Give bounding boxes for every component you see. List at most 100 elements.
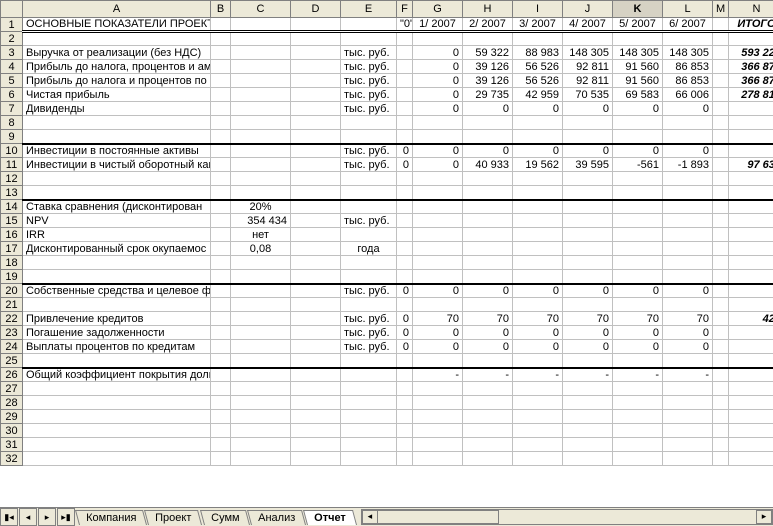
tab-nav-first-icon[interactable]: ▮◂ <box>0 508 18 526</box>
cell-F12[interactable] <box>397 172 413 186</box>
cell-D22[interactable] <box>291 312 341 326</box>
cell-J27[interactable] <box>563 382 613 396</box>
cell-K16[interactable] <box>613 228 663 242</box>
cell-A31[interactable] <box>23 438 211 452</box>
cell-B4[interactable] <box>211 60 231 74</box>
cell-N16[interactable] <box>729 228 773 242</box>
row-header-32[interactable]: 32 <box>1 452 23 466</box>
cell-E19[interactable] <box>341 270 397 284</box>
cell-I4[interactable]: 56 526 <box>513 60 563 74</box>
cell-E32[interactable] <box>341 452 397 466</box>
cell-F23[interactable]: 0 <box>397 326 413 340</box>
cell-J9[interactable] <box>563 130 613 144</box>
cell-F32[interactable] <box>397 452 413 466</box>
cell-H23[interactable]: 0 <box>463 326 513 340</box>
cell-D7[interactable] <box>291 102 341 116</box>
cell-A21[interactable] <box>23 298 211 312</box>
cell-I2[interactable] <box>513 32 563 46</box>
cell-E5[interactable]: тыс. руб. <box>341 74 397 88</box>
cell-A22[interactable]: Привлечение кредитов <box>23 312 211 326</box>
cell-B1[interactable] <box>211 18 231 32</box>
cell-M18[interactable] <box>713 256 729 270</box>
sheet-tab-Компания[interactable]: Компания <box>75 510 147 525</box>
cell-C1[interactable] <box>231 18 291 32</box>
cell-B12[interactable] <box>211 172 231 186</box>
cell-G32[interactable] <box>413 452 463 466</box>
cell-G11[interactable]: 0 <box>413 158 463 172</box>
cell-G6[interactable]: 0 <box>413 88 463 102</box>
cell-K17[interactable] <box>613 242 663 256</box>
cell-K23[interactable]: 0 <box>613 326 663 340</box>
col-header-D[interactable]: D <box>291 1 341 18</box>
cell-I28[interactable] <box>513 396 563 410</box>
cell-L30[interactable] <box>663 424 713 438</box>
cell-M19[interactable] <box>713 270 729 284</box>
cell-L3[interactable]: 148 305 <box>663 46 713 60</box>
cell-N31[interactable] <box>729 438 773 452</box>
cell-D14[interactable] <box>291 200 341 214</box>
cell-H11[interactable]: 40 933 <box>463 158 513 172</box>
cell-I27[interactable] <box>513 382 563 396</box>
cell-K14[interactable] <box>613 200 663 214</box>
cell-D16[interactable] <box>291 228 341 242</box>
cell-G14[interactable] <box>413 200 463 214</box>
row-header-6[interactable]: 6 <box>1 88 23 102</box>
cell-G17[interactable] <box>413 242 463 256</box>
sheet-tab-Отчет[interactable]: Отчет <box>303 510 357 525</box>
cell-B3[interactable] <box>211 46 231 60</box>
cell-J19[interactable] <box>563 270 613 284</box>
cell-J25[interactable] <box>563 354 613 368</box>
cell-H8[interactable] <box>463 116 513 130</box>
cell-J28[interactable] <box>563 396 613 410</box>
cell-H28[interactable] <box>463 396 513 410</box>
cell-A12[interactable] <box>23 172 211 186</box>
cell-K7[interactable]: 0 <box>613 102 663 116</box>
cell-E4[interactable]: тыс. руб. <box>341 60 397 74</box>
row-header-26[interactable]: 26 <box>1 368 23 382</box>
cell-F5[interactable] <box>397 74 413 88</box>
cell-E26[interactable] <box>341 368 397 382</box>
cell-K2[interactable] <box>613 32 663 46</box>
col-header-L[interactable]: L <box>663 1 713 18</box>
cell-K19[interactable] <box>613 270 663 284</box>
cell-M16[interactable] <box>713 228 729 242</box>
cell-I22[interactable]: 70 <box>513 312 563 326</box>
cell-I18[interactable] <box>513 256 563 270</box>
cell-F30[interactable] <box>397 424 413 438</box>
cell-F7[interactable] <box>397 102 413 116</box>
cell-F8[interactable] <box>397 116 413 130</box>
cell-L9[interactable] <box>663 130 713 144</box>
cell-M4[interactable] <box>713 60 729 74</box>
cell-A29[interactable] <box>23 410 211 424</box>
cell-I20[interactable]: 0 <box>513 284 563 298</box>
cell-K20[interactable]: 0 <box>613 284 663 298</box>
cell-A30[interactable] <box>23 424 211 438</box>
cell-C23[interactable] <box>231 326 291 340</box>
cell-G30[interactable] <box>413 424 463 438</box>
cell-B28[interactable] <box>211 396 231 410</box>
cell-H20[interactable]: 0 <box>463 284 513 298</box>
cell-K15[interactable] <box>613 214 663 228</box>
cell-F25[interactable] <box>397 354 413 368</box>
cell-K24[interactable]: 0 <box>613 340 663 354</box>
col-header-A[interactable]: A <box>23 1 211 18</box>
cell-A26[interactable]: Общий коэффициент покрытия долга <box>23 368 211 382</box>
cell-A10[interactable]: Инвестиции в постоянные активы <box>23 144 211 158</box>
cell-J15[interactable] <box>563 214 613 228</box>
row-header-24[interactable]: 24 <box>1 340 23 354</box>
cell-J31[interactable] <box>563 438 613 452</box>
cell-D25[interactable] <box>291 354 341 368</box>
cell-M8[interactable] <box>713 116 729 130</box>
cell-K9[interactable] <box>613 130 663 144</box>
cell-I6[interactable]: 42 959 <box>513 88 563 102</box>
scroll-left-icon[interactable]: ◂ <box>362 510 378 524</box>
cell-G23[interactable]: 0 <box>413 326 463 340</box>
cell-F10[interactable]: 0 <box>397 144 413 158</box>
cell-E13[interactable] <box>341 186 397 200</box>
cell-I3[interactable]: 88 983 <box>513 46 563 60</box>
cell-G29[interactable] <box>413 410 463 424</box>
cell-C3[interactable] <box>231 46 291 60</box>
cell-M1[interactable] <box>713 18 729 32</box>
cell-N28[interactable] <box>729 396 773 410</box>
cell-G1[interactable]: 1/ 2007 <box>413 18 463 32</box>
